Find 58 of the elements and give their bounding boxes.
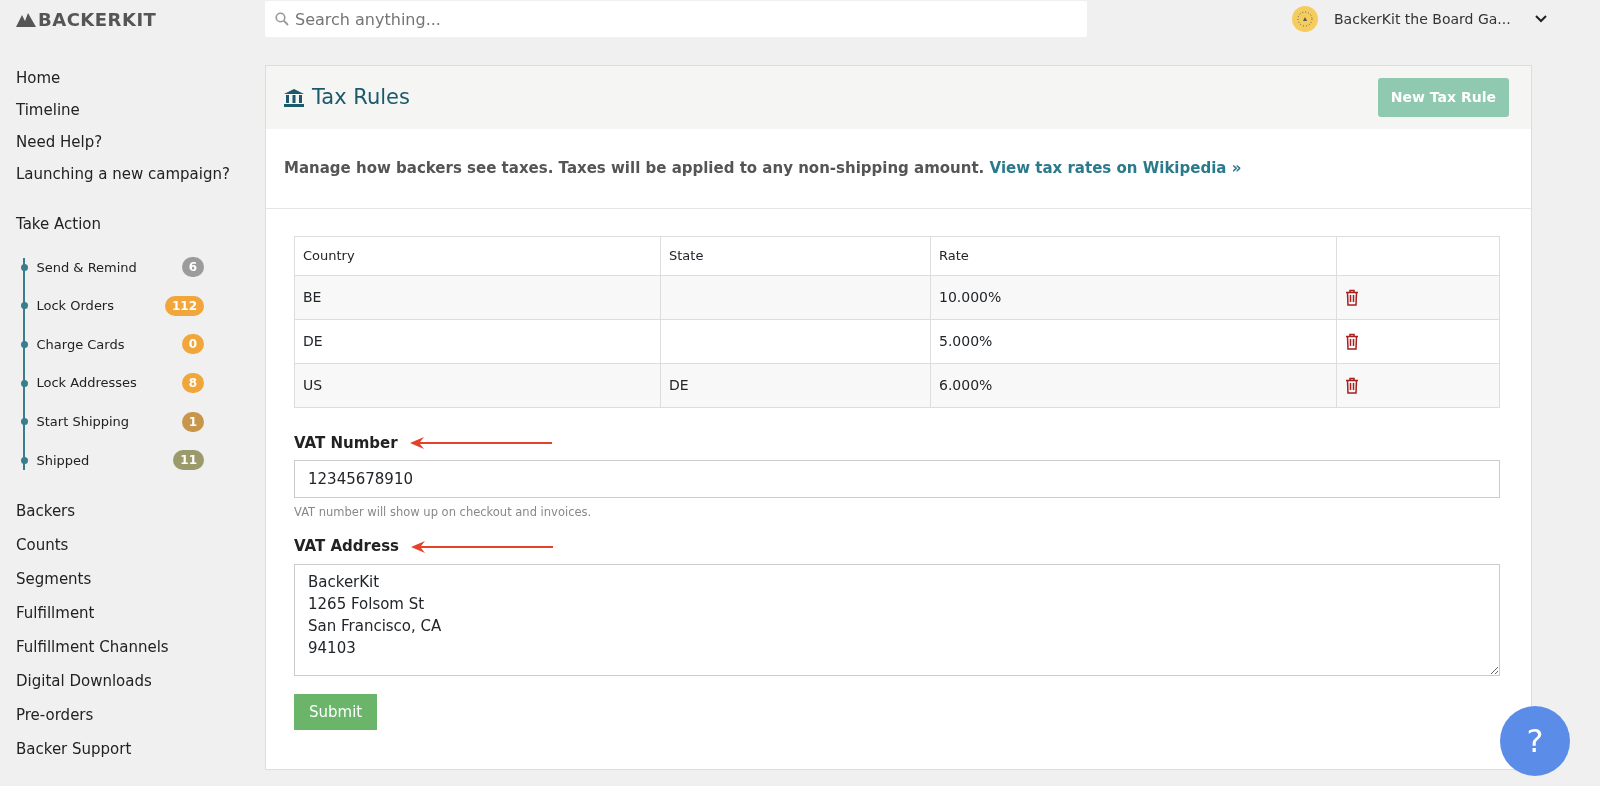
count-badge: 112 [164,295,204,316]
count-badge: 6 [181,257,204,278]
description-text: Manage how backers see taxes. Taxes will be applied to any non-shipping amount. View tax rates on Wikipedia » [284,158,1243,179]
timeline-dot [20,456,28,464]
sidebar-link[interactable]: Backer Support [16,731,260,766]
sidebar-link[interactable]: Pre-orders [16,697,260,732]
sidebar-link[interactable]: Home [16,62,260,94]
wikipedia-link[interactable]: View tax rates on Wikipedia » [989,159,1242,177]
table-cell: US [294,363,661,407]
sidebar-link[interactable]: Fulfillment [16,595,260,630]
count-badge: 8 [181,373,204,394]
timeline-dot [20,341,28,348]
search-field[interactable]: Search anything... [265,1,1087,37]
section-heading: Take Action [16,214,102,235]
table-cell: BE [294,275,661,319]
sidebar-link[interactable]: Digital Downloads [16,663,260,698]
column-header: Country [294,236,661,275]
field-label: VAT Address [294,536,399,558]
account-name[interactable]: BackerKit the Board Ga... [1334,8,1511,30]
help-text: VAT number will show up on checkout and invoices. [294,504,593,521]
sidebar-link[interactable]: Backers [16,493,260,528]
brand-logo[interactable]: BACKERKIT [16,0,260,38]
count-badge: 1 [181,411,204,432]
timeline-dot [20,263,28,271]
trash-icon[interactable] [1345,333,1359,350]
sidebar-link[interactable]: Charge Cards [36,334,182,355]
vat-number-field[interactable]: 12345678910 [294,460,1500,498]
sidebar-link[interactable]: Send & Remind [36,257,182,278]
bank-icon [284,88,304,107]
sidebar-link[interactable]: Shipped [36,450,174,470]
sidebar-link[interactable]: Start Shipping [36,411,182,432]
table-cell: DE [660,363,931,407]
panel-title: Tax Rules [312,83,410,111]
timeline-dot [20,379,28,387]
sidebar-link[interactable]: Launching a new campaign? [16,158,260,190]
column-header: State [660,236,931,275]
column-header: Rate [930,236,1337,275]
trash-icon[interactable] [1345,377,1359,394]
table-cell: DE [294,319,661,363]
vat-address-field[interactable]: BackerKit 1265 Folsom St San Francisco, CA 94103 [294,563,1500,676]
sidebar-link[interactable]: Lock Orders [36,296,165,316]
trash-icon[interactable] [1345,289,1359,306]
sidebar-link[interactable]: Timeline [16,94,260,126]
sidebar-link[interactable]: Segments [16,561,260,596]
sidebar-link[interactable]: Counts [16,527,260,562]
count-badge: 0 [181,334,204,355]
sidebar-link[interactable]: Lock Addresses [36,373,182,393]
table-cell: 5.000% [930,319,1337,363]
timeline-dot [20,418,28,426]
table-cell: 10.000% [930,275,1337,319]
field-label: VAT Number [294,432,398,454]
timeline-dot [20,302,28,310]
chevron-down-icon[interactable] [1534,15,1547,23]
sidebar-link[interactable]: Need Help? [16,126,260,158]
sidebar-link[interactable]: Fulfillment Channels [16,629,260,664]
avatar-icon [1292,6,1318,32]
table-cell: 6.000% [930,363,1337,407]
count-badge: 11 [173,450,204,471]
